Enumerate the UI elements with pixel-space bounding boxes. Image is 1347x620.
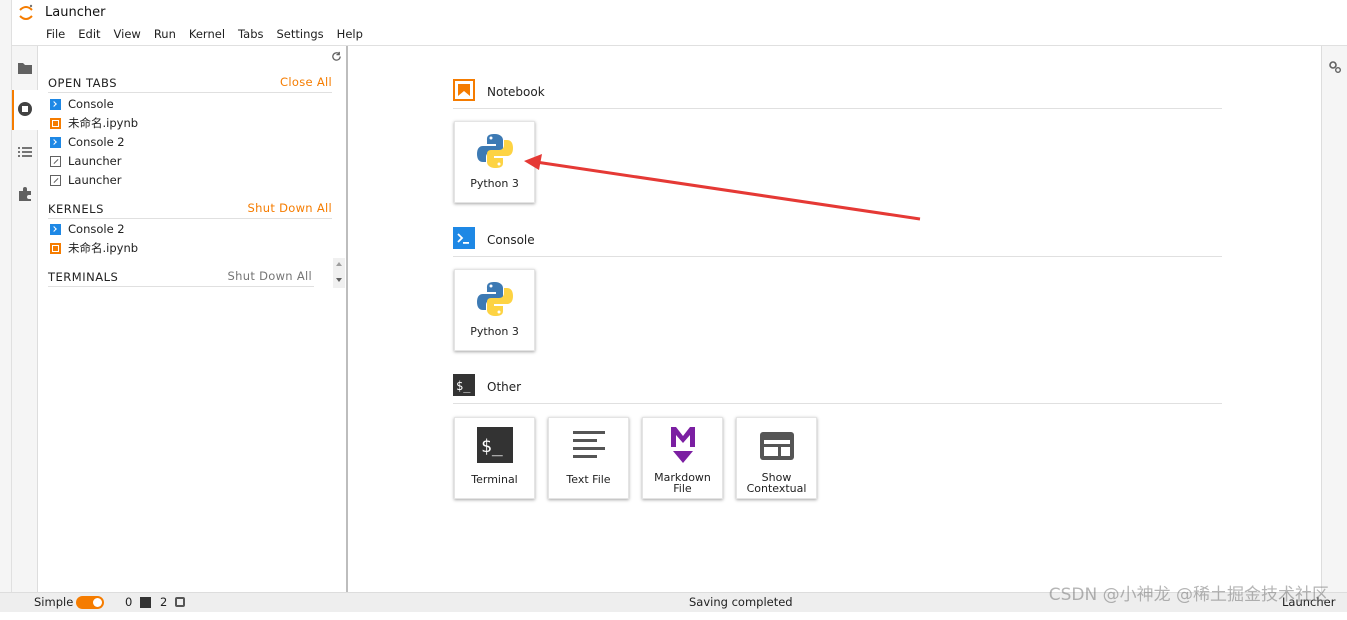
property-inspector-gears-icon[interactable]: [1328, 60, 1342, 74]
kernel-status-icon: [175, 597, 185, 607]
python-icon: [477, 282, 513, 316]
menu-help[interactable]: Help: [337, 27, 363, 41]
table-of-contents-icon[interactable]: [17, 144, 33, 160]
refresh-icon[interactable]: [331, 51, 342, 62]
notebook-icon: [50, 117, 61, 129]
kernels-header: KERNELS Shut Down All: [48, 199, 332, 219]
open-tab-item[interactable]: Launcher: [50, 152, 121, 170]
watermark-text: CSDN @小神龙 @稀土掘金技术社区: [1048, 585, 1329, 605]
python-icon: [477, 134, 513, 168]
status-message: Saving completed: [689, 595, 793, 609]
terminals-title: TERMINALS: [48, 270, 119, 284]
simple-mode-toggle[interactable]: [76, 596, 104, 609]
kernels-title: KERNELS: [48, 202, 104, 216]
other-section-header: $_ Other: [453, 374, 1222, 404]
extension-puzzle-icon[interactable]: [17, 186, 33, 202]
open-tab-label: Launcher: [68, 173, 122, 187]
text-file-card[interactable]: Text File: [548, 417, 629, 499]
kernel-label: Console 2: [68, 222, 125, 236]
notebook-category-icon: [453, 79, 475, 101]
left-activity-bar: [12, 46, 38, 592]
notebook-section-header: Notebook: [453, 79, 1222, 109]
shut-down-all-terminals-button[interactable]: Shut Down All: [228, 269, 312, 283]
text-file-icon: [573, 431, 605, 458]
terminal-status-icon: [140, 597, 151, 608]
console-section-title: Console: [487, 233, 535, 247]
console-section-header: Console: [453, 227, 1222, 257]
notebook-icon: [50, 242, 61, 254]
terminals-header: TERMINALS Shut Down All: [48, 267, 314, 287]
menu-settings[interactable]: Settings: [277, 27, 324, 41]
open-tab-item[interactable]: Console: [50, 95, 114, 113]
other-category-icon: $_: [453, 374, 475, 396]
right-sidebar: [1321, 46, 1347, 592]
console-icon: [50, 136, 61, 148]
notebook-python3-card[interactable]: Python 3: [454, 121, 535, 203]
open-tab-label: Launcher: [68, 154, 122, 168]
open-tab-item[interactable]: Launcher: [50, 171, 121, 189]
card-label: Terminal: [471, 473, 518, 486]
card-label: Python 3: [470, 325, 519, 338]
menu-file[interactable]: File: [46, 27, 65, 41]
kernel-item[interactable]: 未命名.ipynb: [50, 239, 138, 257]
console-icon: [50, 223, 61, 235]
open-tabs-header: OPEN TABS Close All: [48, 73, 332, 93]
menu-edit[interactable]: Edit: [78, 27, 100, 41]
show-contextual-help-card[interactable]: Show Contextual: [736, 417, 817, 499]
open-tab-label: Console: [68, 97, 114, 111]
scroll-down-icon[interactable]: [336, 278, 342, 282]
open-tab-item[interactable]: Console 2: [50, 133, 125, 151]
menu-view[interactable]: View: [114, 27, 141, 41]
launcher-icon: [50, 155, 61, 167]
bottom-strip: [0, 612, 1347, 620]
sidebar-scrollbar[interactable]: [333, 258, 345, 288]
markdown-file-card[interactable]: Markdown File: [642, 417, 723, 499]
other-section-title: Other: [487, 380, 522, 394]
kernels-count[interactable]: 2: [160, 595, 167, 609]
folder-icon[interactable]: [17, 60, 33, 76]
open-tab-label: Console 2: [68, 135, 125, 149]
close-all-button[interactable]: Close All: [280, 75, 332, 89]
launcher-main: Notebook Python 3 Console Python 3 $_ Ot…: [350, 46, 1320, 592]
console-python3-card[interactable]: Python 3: [454, 269, 535, 351]
shut-down-all-kernels-button[interactable]: Shut Down All: [248, 201, 332, 215]
kernel-label: 未命名.ipynb: [68, 241, 139, 255]
open-tab-item[interactable]: 未命名.ipynb: [50, 114, 138, 132]
app-title: Launcher: [45, 5, 106, 20]
title-bar: Launcher File Edit View Run Kernel Tabs …: [12, 0, 1347, 46]
contextual-help-icon: [760, 432, 794, 460]
terminal-card[interactable]: $_ Terminal: [454, 417, 535, 499]
svg-text:$_: $_: [456, 379, 471, 393]
card-label-line2: Contextual: [746, 482, 807, 495]
scroll-up-icon[interactable]: [336, 262, 342, 266]
kernel-item[interactable]: Console 2: [50, 220, 125, 238]
console-category-icon: [453, 227, 475, 249]
running-panel: OPEN TABS Close All Console 未命名.ipynb Co…: [38, 46, 348, 592]
menu-tabs[interactable]: Tabs: [238, 27, 263, 41]
menu-run[interactable]: Run: [154, 27, 176, 41]
svg-text:$_: $_: [481, 436, 503, 457]
card-label: Python 3: [470, 177, 519, 190]
simple-mode-label: Simple: [34, 595, 74, 609]
launcher-icon: [50, 174, 61, 186]
card-label: Text File: [566, 473, 611, 486]
menu-kernel[interactable]: Kernel: [189, 27, 225, 41]
open-tab-label: 未命名.ipynb: [68, 116, 139, 130]
notebook-section-title: Notebook: [487, 85, 545, 99]
open-tabs-title: OPEN TABS: [48, 76, 117, 90]
terminals-count[interactable]: 0: [125, 595, 132, 609]
menu-bar: File Edit View Run Kernel Tabs Settings …: [46, 27, 376, 41]
card-label-line2: File: [673, 482, 692, 495]
console-icon: [50, 98, 61, 110]
terminal-icon: $_: [477, 427, 513, 463]
outer-window-strip: [0, 0, 12, 620]
running-sessions-icon[interactable]: [17, 101, 33, 117]
markdown-icon: [671, 427, 695, 463]
jupyter-logo-icon: [19, 4, 33, 20]
